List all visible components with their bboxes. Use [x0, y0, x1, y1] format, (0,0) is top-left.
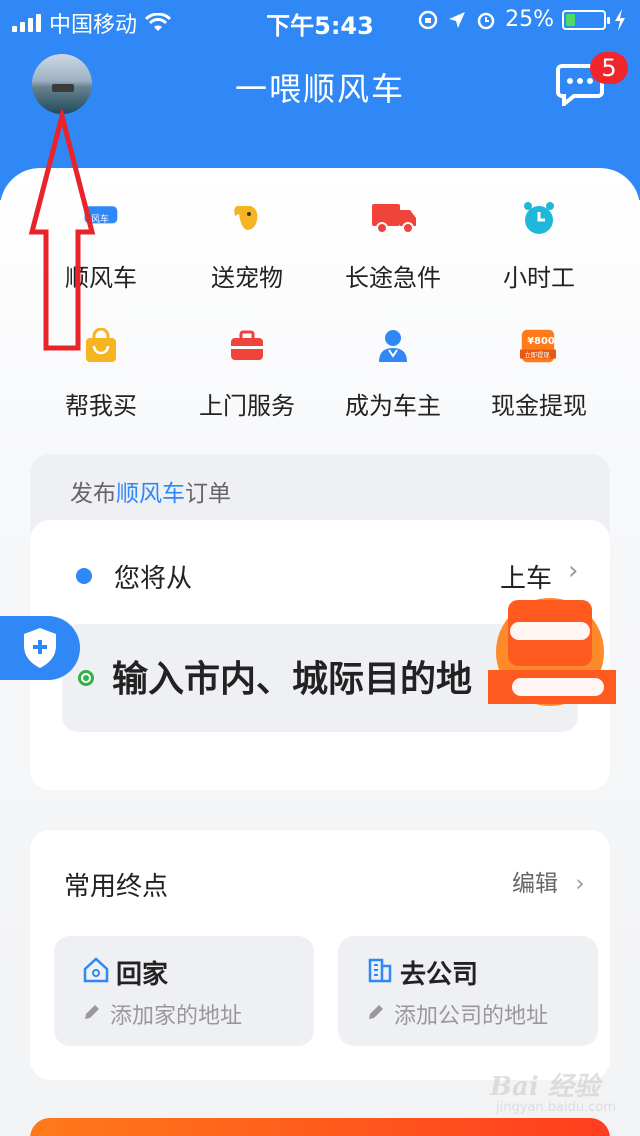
publish-title-highlight: 顺风车: [116, 481, 185, 507]
watermark: Bai 经验 jingyan.baidu.com: [490, 1062, 630, 1122]
frequent-destinations-card: 常用终点 编辑 › 回家 添加家的地址 去公司 添加公司的地址: [30, 830, 610, 1080]
svg-text:立即提现: 立即提现: [525, 350, 551, 359]
watermark-sub: jingyan.baidu.com: [496, 1100, 616, 1115]
alarm-clock-icon: [524, 202, 554, 234]
pickup-label: 您将从: [114, 564, 193, 594]
page-title: 一喂顺风车: [234, 70, 405, 108]
chevron-right-icon: ›: [568, 556, 579, 586]
service-item-carpool[interactable]: 风车 顺风车: [28, 200, 174, 310]
car-icon: 风车: [84, 206, 118, 225]
frequent-item-office[interactable]: 去公司 添加公司的地址: [338, 936, 598, 1046]
service-label: 现金提现: [491, 392, 587, 420]
pickup-dot: [76, 568, 92, 584]
status-bar: 中国移动 下午5:43 25%: [0, 0, 640, 40]
rotation-lock-icon: [418, 10, 438, 29]
truck-icon: [372, 204, 416, 234]
battery-percent: 25%: [505, 7, 554, 32]
service-label: 顺风车: [65, 264, 137, 292]
service-label: 送宠物: [211, 264, 283, 292]
promo-floating-button[interactable]: [488, 598, 616, 716]
frequent-item-hint: 添加家的地址: [110, 1004, 243, 1029]
publish-title: 发布顺风车订单: [70, 474, 231, 508]
shield-icon: [24, 628, 56, 668]
watermark-text: Bai 经验: [490, 1072, 600, 1102]
message-badge: 5: [590, 52, 628, 84]
charging-icon: [615, 8, 625, 31]
status-right: 25%: [417, 7, 626, 32]
frequent-title: 常用终点: [64, 872, 169, 902]
pickup-suffix: 上车: [500, 564, 553, 594]
home-icon: [83, 957, 109, 983]
cash-withdraw-icon: ¥800 立即提现: [520, 329, 556, 363]
service-label: 小时工: [503, 264, 575, 292]
service-label: 帮我买: [65, 392, 137, 420]
dog-icon: [234, 206, 258, 230]
service-label: 成为车主: [345, 392, 441, 420]
destination-dot: [78, 670, 94, 686]
office-building-icon: [368, 958, 392, 983]
svg-text:风车: 风车: [91, 213, 109, 225]
service-item-home-service[interactable]: 上门服务: [174, 328, 320, 438]
service-item-pet[interactable]: 送宠物: [174, 200, 320, 310]
pencil-icon: [369, 1005, 383, 1019]
toolbox-icon: [231, 330, 263, 360]
frequent-item-hint: 添加公司的地址: [394, 1004, 549, 1029]
chevron-right-icon: ›: [575, 871, 585, 897]
destination-input[interactable]: [112, 654, 542, 704]
pencil-icon: [85, 1005, 99, 1019]
edit-label: 编辑: [512, 871, 558, 897]
service-item-become-driver[interactable]: 成为车主: [320, 328, 466, 438]
frequent-item-name: 去公司: [400, 960, 479, 990]
publish-title-suffix: 订单: [185, 481, 231, 507]
service-label: 上门服务: [199, 392, 295, 420]
frequent-item-home[interactable]: 回家 添加家的地址: [54, 936, 314, 1046]
driver-person-icon: [379, 330, 407, 362]
edit-button[interactable]: 编辑 ›: [512, 864, 585, 898]
pickup-row[interactable]: 您将从 上车 ›: [76, 556, 586, 598]
svg-text:¥800: ¥800: [527, 336, 555, 347]
alarm-icon: [477, 12, 495, 29]
promo-redacted-text: [510, 622, 590, 640]
battery-icon: [562, 9, 610, 30]
promo-redacted-text: [512, 678, 604, 696]
publish-title-prefix: 发布: [70, 481, 116, 507]
service-item-buy[interactable]: 帮我买: [28, 328, 174, 438]
service-item-cash[interactable]: ¥800 立即提现 现金提现: [466, 328, 612, 438]
service-item-express[interactable]: 长途急件: [320, 200, 466, 310]
service-label: 长途急件: [345, 264, 441, 292]
safety-shield-button[interactable]: [0, 616, 80, 680]
frequent-item-name: 回家: [116, 960, 169, 990]
shopping-bag-icon: [86, 328, 116, 362]
location-arrow-icon: [449, 11, 466, 28]
service-item-hourly[interactable]: 小时工: [466, 200, 612, 310]
